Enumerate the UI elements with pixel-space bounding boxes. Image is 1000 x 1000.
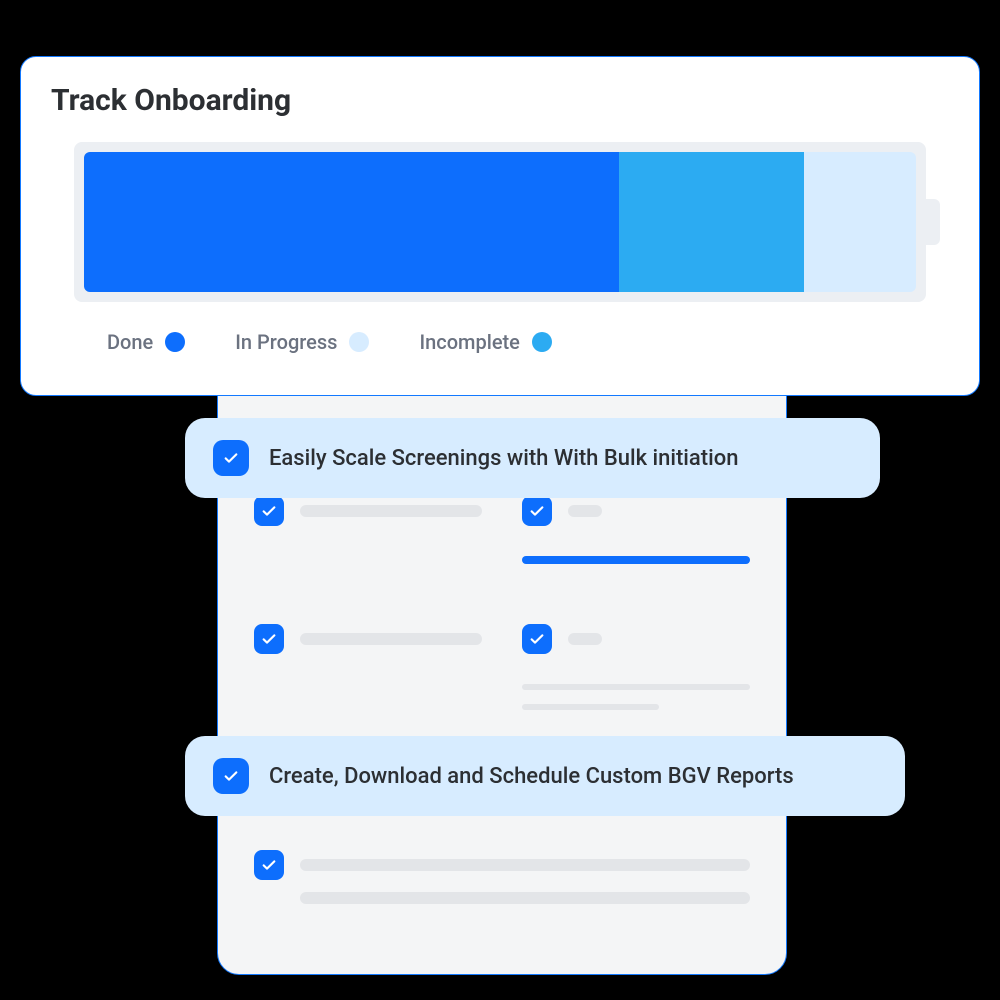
callout-label: Create, Download and Schedule Custom BGV… [269, 764, 794, 789]
placeholder-bar [300, 505, 482, 517]
checkbox-checked-icon [522, 496, 552, 526]
placeholder-bar [300, 633, 482, 645]
progress-line [522, 556, 750, 564]
checkbox-checked-icon [213, 440, 249, 476]
checklist-item [254, 850, 750, 880]
checkbox-checked-icon [254, 850, 284, 880]
legend: Done In Progress Incomplete [51, 330, 949, 354]
feature-callout: Easily Scale Screenings with With Bulk i… [185, 418, 880, 498]
feature-callout: Create, Download and Schedule Custom BGV… [185, 736, 905, 816]
segment-incomplete [804, 152, 916, 292]
placeholder-bar [568, 633, 602, 645]
checkbox-checked-icon [254, 624, 284, 654]
placeholder-line [522, 684, 750, 690]
legend-label: Incomplete [419, 330, 519, 354]
checklist-item [522, 624, 750, 710]
legend-item-done: Done [107, 330, 185, 354]
track-onboarding-card: Track Onboarding Done In Progress Incomp… [20, 56, 980, 396]
dot-icon [532, 332, 552, 352]
checklist-item [254, 496, 482, 564]
legend-label: In Progress [235, 330, 337, 354]
progress-battery [74, 142, 926, 302]
dot-icon [165, 332, 185, 352]
checkbox-checked-icon [522, 624, 552, 654]
placeholder-bar [568, 505, 602, 517]
segment-in-progress [619, 152, 804, 292]
legend-item-incomplete: Incomplete [419, 330, 551, 354]
checklist-item [522, 496, 750, 564]
battery-tip-icon [926, 199, 940, 245]
placeholder-line [522, 704, 659, 710]
checkbox-checked-icon [254, 496, 284, 526]
callout-label: Easily Scale Screenings with With Bulk i… [269, 446, 738, 471]
dot-icon [349, 332, 369, 352]
card-title: Track Onboarding [51, 83, 949, 118]
placeholder-bar [300, 859, 750, 871]
segment-done [84, 152, 619, 292]
checkbox-checked-icon [213, 758, 249, 794]
legend-item-in-progress: In Progress [235, 330, 369, 354]
legend-label: Done [107, 330, 153, 354]
checklist-item [254, 624, 482, 710]
placeholder-line [300, 892, 750, 904]
